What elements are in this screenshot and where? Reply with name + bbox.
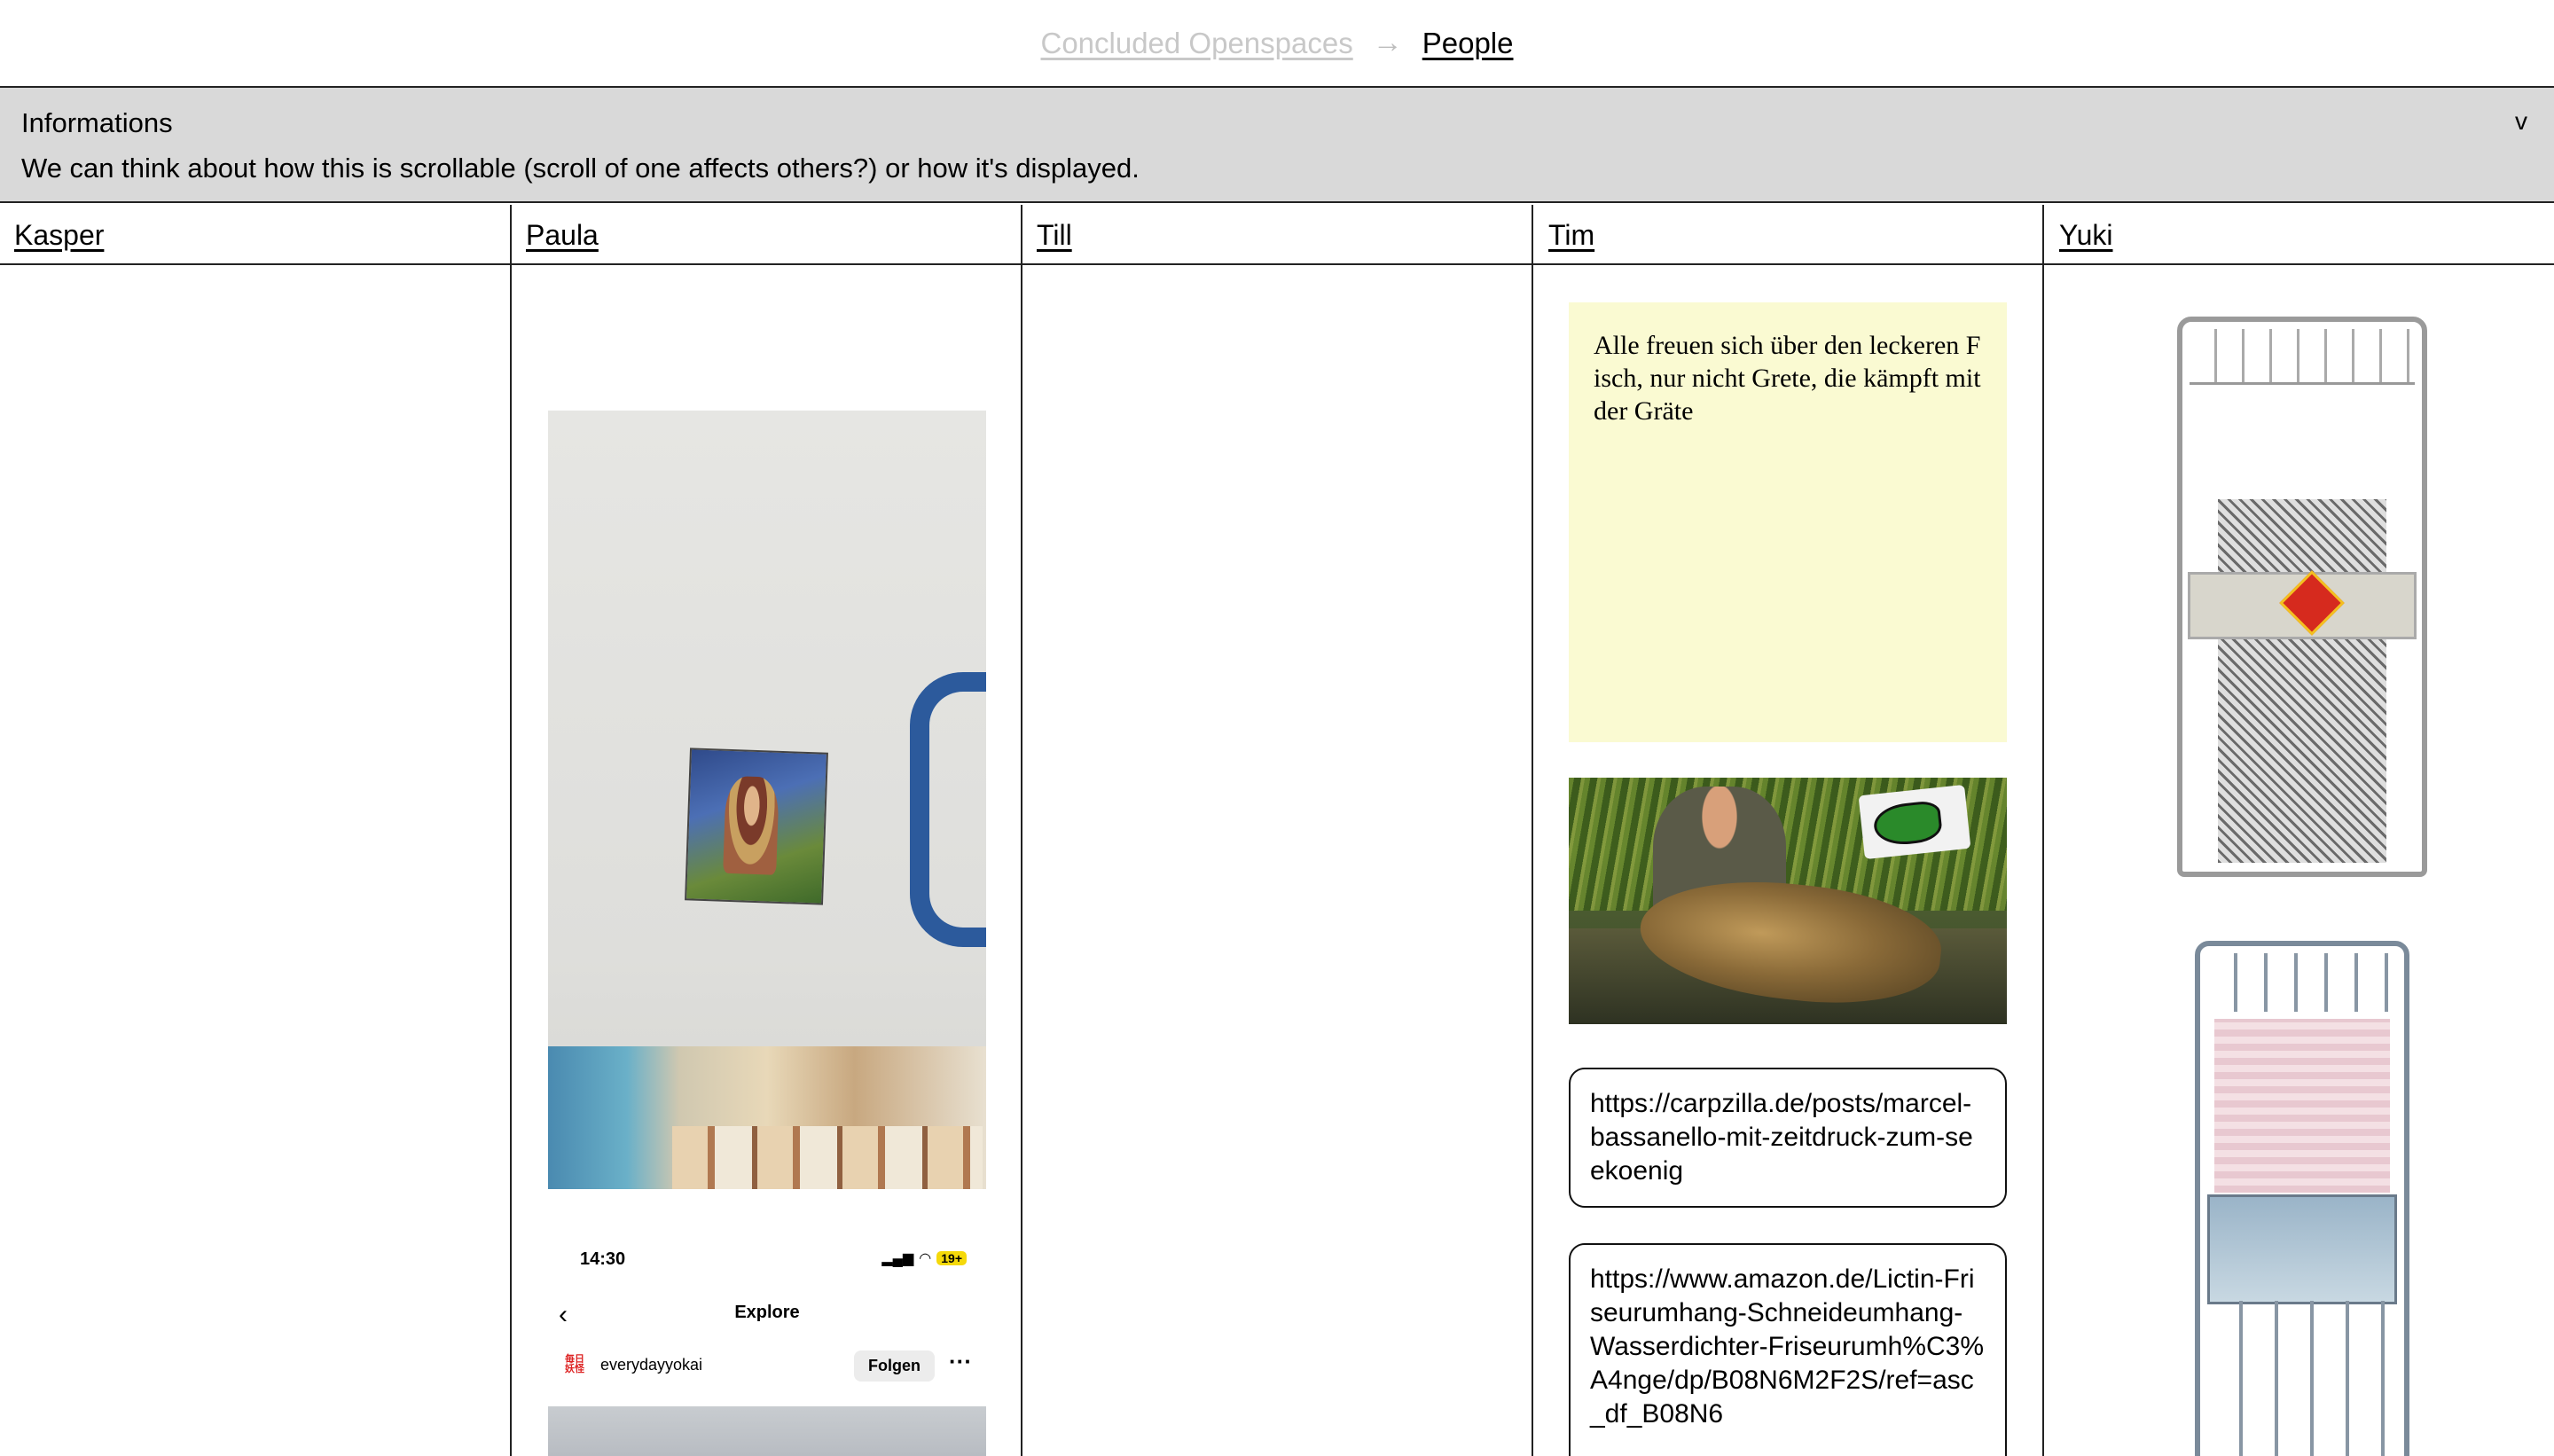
person-link-paula[interactable]: Paula <box>512 205 1021 263</box>
link-card-amazon[interactable]: https://www.amazon.de/Lictin-Friseurumha… <box>1569 1243 2007 1456</box>
carp-painting-image <box>685 748 828 905</box>
collapse-toggle-icon[interactable]: v <box>2515 107 2527 136</box>
people-header-row: Kasper Paula Till Tim Yuki <box>0 205 2554 265</box>
post-author: 毎日妖怪 everydayyokai <box>561 1351 702 1378</box>
battery-icon: 19+ <box>936 1251 967 1265</box>
carpzilla-logo <box>1858 784 1971 860</box>
phone-status-bar: ▂▄▆ ◠ 19+ <box>881 1249 967 1267</box>
wifi-icon: ◠ <box>919 1251 932 1266</box>
column-kasper[interactable] <box>0 267 510 1456</box>
breadcrumb: Concluded Openspaces → People <box>0 0 2554 88</box>
gate-image-white[interactable] <box>2177 317 2427 877</box>
arrow-right-icon: → <box>1372 26 1403 59</box>
info-panel: Informations We can think about how this… <box>0 88 2554 203</box>
breadcrumb-link-concluded-openspaces[interactable]: Concluded Openspaces <box>1040 27 1352 60</box>
person-link-kasper[interactable]: Kasper <box>0 205 510 263</box>
person-link-till[interactable]: Till <box>1022 205 1532 263</box>
blue-sculpture-image <box>910 672 986 947</box>
info-title: Informations <box>21 107 173 138</box>
column-tim[interactable]: Alle freuen sich über den leckeren Fisch… <box>1533 267 2042 1456</box>
text-note[interactable]: Alle freuen sich über den leckeren Fisch… <box>1569 302 2007 742</box>
follow-button: Folgen <box>854 1350 935 1382</box>
column-yuki[interactable] <box>2044 267 2554 1456</box>
phone-screen-title: Explore <box>734 1303 800 1322</box>
instagram-screenshot[interactable]: 14:30 ▂▄▆ ◠ 19+ ‹ Explore 毎日妖怪 everydayy… <box>548 1229 986 1456</box>
carp-angler-photo[interactable] <box>1569 778 2007 1024</box>
avatar: 毎日妖怪 <box>561 1351 588 1378</box>
username: everydayyokai <box>600 1355 703 1374</box>
column-paula[interactable]: 14:30 ▂▄▆ ◠ 19+ ‹ Explore 毎日妖怪 everydayy… <box>512 267 1021 1456</box>
stacked-canvases-image <box>548 1046 986 1189</box>
person-link-yuki[interactable]: Yuki <box>2045 205 2554 263</box>
link-card-carpzilla[interactable]: https://carpzilla.de/posts/marcel-bassan… <box>1569 1068 2007 1208</box>
more-options-icon: ··· <box>949 1348 972 1374</box>
studio-wall-photo[interactable] <box>548 411 986 1189</box>
info-text: We can think about how this is scrollabl… <box>21 153 1140 184</box>
column-till[interactable] <box>1022 267 1532 1456</box>
gate-image-blue[interactable] <box>2195 941 2409 1456</box>
person-link-tim[interactable]: Tim <box>1534 205 2043 263</box>
signal-icon: ▂▄▆ <box>881 1251 914 1266</box>
post-image <box>548 1406 986 1456</box>
phone-clock: 14:30 <box>580 1249 626 1269</box>
breadcrumb-link-people[interactable]: People <box>1422 27 1514 60</box>
